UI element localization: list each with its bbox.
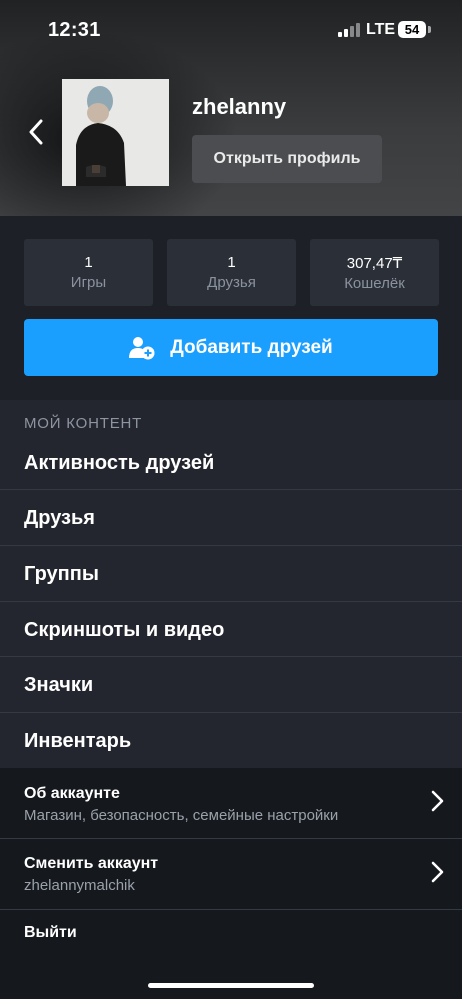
stat-value: 307,47₸ bbox=[346, 255, 403, 272]
menu-item-groups[interactable]: Группы bbox=[0, 546, 462, 602]
battery-nub bbox=[428, 26, 431, 33]
stat-games[interactable]: 1 Игры bbox=[24, 239, 153, 306]
open-profile-button[interactable]: Открыть профиль bbox=[192, 135, 382, 183]
divider bbox=[0, 909, 462, 910]
back-button[interactable] bbox=[22, 115, 50, 149]
status-time: 12:31 bbox=[48, 19, 101, 41]
add-friend-icon bbox=[129, 336, 155, 359]
avatar[interactable] bbox=[62, 79, 169, 186]
stat-value: 1 bbox=[227, 254, 236, 271]
chevron-right-icon bbox=[431, 861, 444, 883]
account-details-description: Магазин, безопасность, семейные настройк… bbox=[24, 807, 339, 824]
avatar-image bbox=[62, 79, 169, 186]
add-friends-label: Добавить друзей bbox=[170, 336, 333, 358]
network-type: LTE bbox=[366, 21, 396, 38]
status-bar: 12:31 LTE 54 bbox=[0, 0, 462, 60]
menu-item-inventory[interactable]: Инвентарь bbox=[0, 713, 462, 769]
stat-friends[interactable]: 1 Друзья bbox=[167, 239, 296, 306]
profile-username: zhelanny bbox=[192, 94, 287, 119]
chevron-left-icon bbox=[29, 119, 43, 145]
logout-button[interactable]: Выйти bbox=[24, 924, 77, 942]
add-friends-button[interactable]: Добавить друзей bbox=[24, 319, 438, 376]
battery-icon: 54 bbox=[398, 21, 426, 38]
menu-item-friend-activity[interactable]: Активность друзей bbox=[0, 435, 462, 491]
switch-account-item[interactable]: Сменить аккаунт zhelannymalchik bbox=[0, 839, 462, 909]
stat-label: Кошелёк bbox=[344, 275, 405, 292]
section-header: МОЙ КОНТЕНТ bbox=[24, 415, 143, 432]
home-indicator[interactable] bbox=[148, 983, 314, 988]
stat-wallet[interactable]: 307,47₸ Кошелёк bbox=[310, 239, 439, 306]
signal-icon bbox=[338, 23, 360, 37]
menu-item-friends[interactable]: Друзья bbox=[0, 490, 462, 546]
stat-label: Игры bbox=[70, 274, 107, 291]
switch-account-title: Сменить аккаунт bbox=[24, 855, 159, 872]
stat-label: Друзья bbox=[207, 274, 256, 291]
stat-value: 1 bbox=[84, 254, 93, 271]
switch-account-name: zhelannymalchik bbox=[24, 877, 135, 894]
menu-item-badges[interactable]: Значки bbox=[0, 657, 462, 713]
account-details-item[interactable]: Об аккаунте Магазин, безопасность, семей… bbox=[0, 768, 462, 838]
chevron-right-icon bbox=[431, 790, 444, 812]
account-details-title: Об аккаунте bbox=[24, 785, 120, 802]
menu-item-screenshots[interactable]: Скриншоты и видео bbox=[0, 602, 462, 658]
